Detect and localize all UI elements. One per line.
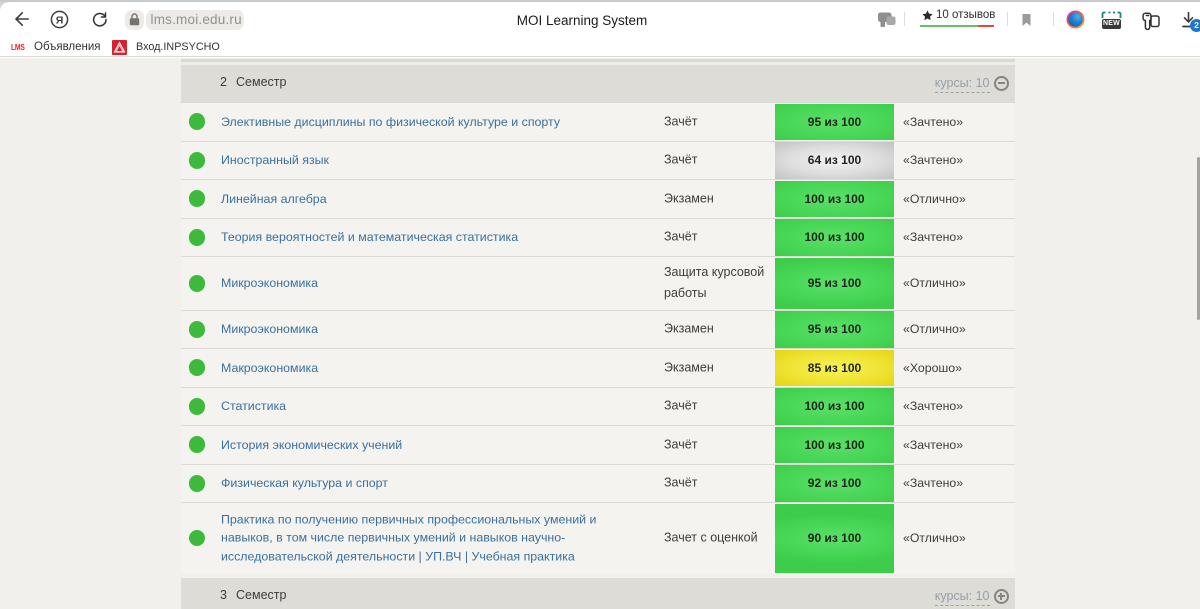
- svg-text:Я: Я: [56, 14, 64, 26]
